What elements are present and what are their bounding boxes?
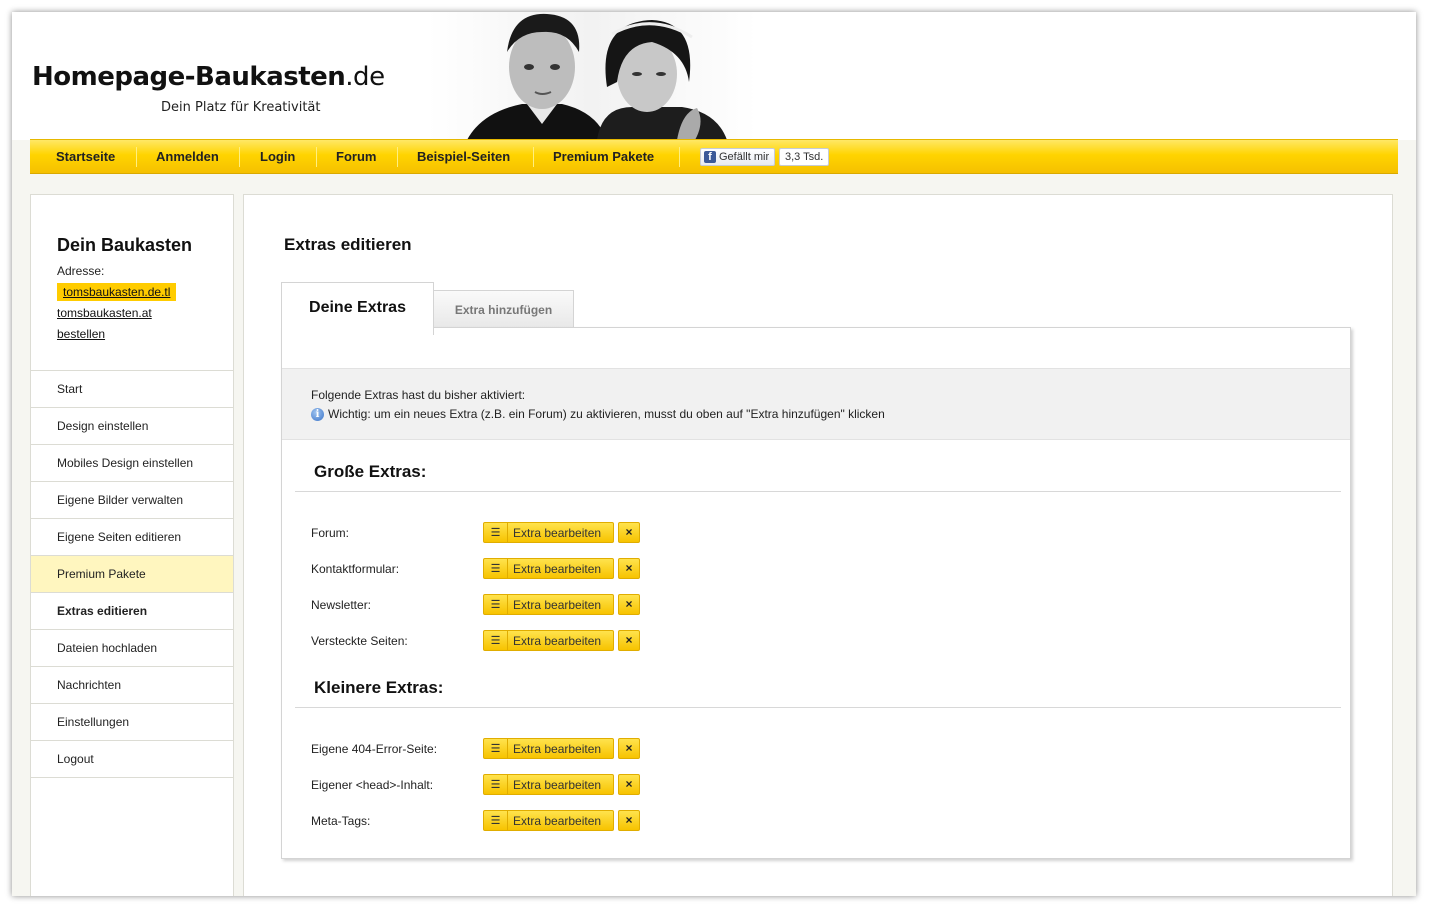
- order-domain-link[interactable]: bestellen: [57, 327, 105, 341]
- info-box: Folgende Extras hast du bisher aktiviert…: [282, 368, 1350, 440]
- nav-separator: [316, 147, 317, 167]
- sidebar-item-design[interactable]: Design einstellen: [31, 408, 233, 445]
- sidebar-item-pages[interactable]: Eigene Seiten editieren: [31, 519, 233, 556]
- list-icon: ☰: [484, 739, 508, 758]
- nav-login[interactable]: Login: [260, 140, 295, 174]
- section-title-small-extras: Kleinere Extras:: [314, 678, 444, 697]
- delete-extra-button[interactable]: ×: [618, 594, 640, 615]
- edit-extra-button[interactable]: ☰ Extra bearbeiten: [483, 630, 614, 651]
- extra-label: Forum:: [311, 526, 350, 540]
- site-logo[interactable]: Homepage-Baukasten.de: [32, 62, 385, 92]
- sidebar-item-messages[interactable]: Nachrichten: [31, 667, 233, 704]
- edit-extra-button[interactable]: ☰ Extra bearbeiten: [483, 810, 614, 831]
- sidebar-item-extras[interactable]: Extras editieren: [31, 593, 233, 630]
- extra-row: Forum: ☰ Extra bearbeiten ×: [311, 522, 1311, 544]
- extra-row: Kontaktformular: ☰ Extra bearbeiten ×: [311, 558, 1311, 580]
- header-photo: [427, 12, 757, 140]
- address-label: Adresse:: [57, 264, 105, 278]
- extra-row: Newsletter: ☰ Extra bearbeiten ×: [311, 594, 1311, 616]
- delete-extra-button[interactable]: ×: [618, 810, 640, 831]
- sidebar-item-start[interactable]: Start: [31, 371, 233, 408]
- nav-premium-pakete[interactable]: Premium Pakete: [553, 140, 654, 174]
- sidebar-item-upload[interactable]: Dateien hochladen: [31, 630, 233, 667]
- extra-label: Newsletter:: [311, 598, 372, 612]
- nav-separator: [239, 147, 240, 167]
- section-divider: [295, 707, 1341, 708]
- section-divider: [295, 491, 1341, 492]
- header-area: Homepage-Baukasten.de Dein Platz für Kre…: [12, 12, 1416, 174]
- delete-extra-button[interactable]: ×: [618, 630, 640, 651]
- browser-page: Homepage-Baukasten.de Dein Platz für Kre…: [12, 12, 1416, 896]
- extras-panel: Folgende Extras hast du bisher aktiviert…: [281, 327, 1351, 859]
- extra-label: Meta-Tags:: [311, 814, 371, 828]
- nav-forum[interactable]: Forum: [336, 140, 376, 174]
- edit-extra-label: Extra bearbeiten: [513, 813, 602, 828]
- edit-extra-button[interactable]: ☰ Extra bearbeiten: [483, 774, 614, 795]
- edit-extra-label: Extra bearbeiten: [513, 633, 602, 648]
- sidebar-item-premium[interactable]: Premium Pakete: [31, 556, 233, 593]
- edit-extra-button[interactable]: ☰ Extra bearbeiten: [483, 558, 614, 579]
- sidebar-item-mobile-design[interactable]: Mobiles Design einstellen: [31, 445, 233, 482]
- extra-row: Eigene 404-Error-Seite: ☰ Extra bearbeite…: [311, 738, 1311, 760]
- delete-extra-button[interactable]: ×: [618, 558, 640, 579]
- sidebar: Dein Baukasten Adresse: tomsbaukasten.de…: [30, 194, 234, 896]
- facebook-icon: f: [704, 151, 716, 163]
- extra-label: Kontaktformular:: [311, 562, 400, 576]
- logo-main: Homepage-Baukasten: [32, 62, 346, 92]
- facebook-like-count: 3,3 Tsd.: [779, 148, 830, 166]
- extra-label: Versteckte Seiten:: [311, 634, 408, 648]
- extra-label: Eigener <head>-Inhalt:: [311, 778, 434, 792]
- facebook-like-label: Gefällt mir: [719, 151, 770, 163]
- logo-tld: .de: [345, 62, 385, 92]
- nav-startseite[interactable]: Startseite: [56, 140, 115, 174]
- extra-label: Eigene 404-Error-Seite:: [311, 742, 438, 756]
- list-icon: ☰: [484, 595, 508, 614]
- tab-deine-extras[interactable]: Deine Extras: [281, 282, 434, 335]
- facebook-like-button[interactable]: f Gefällt mir: [700, 148, 776, 166]
- page-title: Extras editieren: [284, 235, 412, 254]
- list-icon: ☰: [484, 631, 508, 650]
- nav-separator: [533, 147, 534, 167]
- delete-extra-button[interactable]: ×: [618, 522, 640, 543]
- sidebar-item-images[interactable]: Eigene Bilder verwalten: [31, 482, 233, 519]
- edit-extra-label: Extra bearbeiten: [513, 525, 602, 540]
- site-tagline: Dein Platz für Kreativität: [161, 100, 321, 115]
- nav-beispiel-seiten[interactable]: Beispiel-Seiten: [417, 140, 510, 174]
- edit-extra-label: Extra bearbeiten: [513, 741, 602, 756]
- address-main-link[interactable]: tomsbaukasten.de.tl: [57, 283, 177, 301]
- nav-separator: [136, 147, 137, 167]
- main-content: Extras editieren Deine Extras Extra hinz…: [243, 194, 1393, 896]
- sidebar-item-logout[interactable]: Logout: [31, 741, 233, 778]
- list-icon: ☰: [484, 811, 508, 830]
- edit-extra-button[interactable]: ☰ Extra bearbeiten: [483, 594, 614, 615]
- edit-extra-button[interactable]: ☰ Extra bearbeiten: [483, 738, 614, 759]
- edit-extra-button[interactable]: ☰ Extra bearbeiten: [483, 522, 614, 543]
- address-alt-link[interactable]: tomsbaukasten.at: [57, 306, 152, 320]
- sidebar-item-settings[interactable]: Einstellungen: [31, 704, 233, 741]
- edit-extra-label: Extra bearbeiten: [513, 777, 602, 792]
- list-icon: ☰: [484, 559, 508, 578]
- extra-row: Versteckte Seiten: ☰ Extra bearbeiten ×: [311, 630, 1311, 652]
- sidebar-title: Dein Baukasten: [57, 235, 193, 255]
- list-icon: ☰: [484, 775, 508, 794]
- section-title-large-extras: Große Extras:: [314, 462, 427, 481]
- info-hint: i Wichtig: um ein neues Extra (z.B. ein …: [311, 407, 885, 421]
- extra-row: Eigener <head>-Inhalt: ☰ Extra bearbeiten…: [311, 774, 1311, 796]
- info-hint-text: Wichtig: um ein neues Extra (z.B. ein Fo…: [328, 407, 885, 421]
- delete-extra-button[interactable]: ×: [618, 738, 640, 759]
- list-icon: ☰: [484, 523, 508, 542]
- extra-row: Meta-Tags: ☰ Extra bearbeiten ×: [311, 810, 1311, 832]
- edit-extra-label: Extra bearbeiten: [513, 561, 602, 576]
- delete-extra-button[interactable]: ×: [618, 774, 640, 795]
- nav-separator: [679, 147, 680, 167]
- nav-separator: [397, 147, 398, 167]
- info-icon: i: [311, 407, 324, 421]
- info-text: Folgende Extras hast du bisher aktiviert…: [311, 388, 526, 402]
- edit-extra-label: Extra bearbeiten: [513, 597, 602, 612]
- tab-extra-hinzufuegen[interactable]: Extra hinzufügen: [433, 290, 574, 328]
- nav-anmelden[interactable]: Anmelden: [156, 140, 219, 174]
- sidebar-menu: Start Design einstellen Mobiles Design e…: [31, 370, 233, 778]
- main-navigation: Startseite Anmelden Login Forum Beispiel…: [30, 139, 1398, 174]
